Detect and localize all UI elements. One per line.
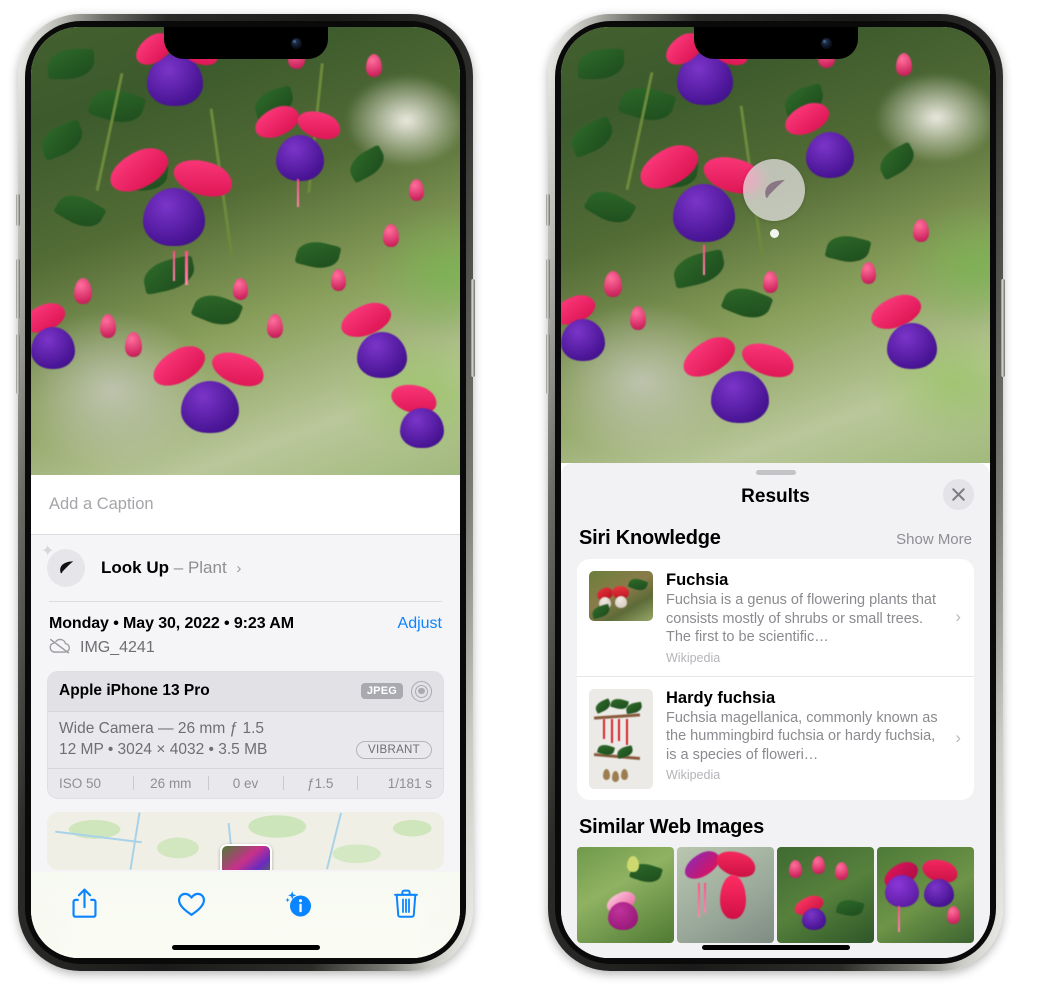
adjust-button[interactable]: Adjust: [398, 615, 442, 633]
similar-web-images-title: Similar Web Images: [579, 815, 764, 838]
screen-right: Results Siri Knowledge Show More Fuchsia…: [561, 27, 990, 958]
chevron-right-icon: ›: [955, 607, 961, 627]
style-badge: VIBRANT: [356, 740, 432, 759]
sparkle-small-icon: ✦: [49, 554, 57, 564]
visual-look-up-badge[interactable]: [743, 159, 805, 221]
aperture-icon: [411, 680, 432, 702]
knowledge-text: Hardy fuchsia Fuchsia magellanica, commo…: [666, 689, 962, 783]
home-indicator[interactable]: [701, 945, 850, 950]
front-camera-icon: [290, 38, 302, 49]
trash-icon: [394, 889, 419, 923]
photo-date: Monday • May 30, 2022 • 9:23 AM: [49, 614, 294, 632]
exif-aperture: ƒ1.5: [307, 775, 334, 791]
volume-down-button[interactable]: [546, 334, 550, 394]
results-header: Results: [561, 475, 990, 519]
knowledge-source: Wikipedia: [666, 768, 721, 783]
knowledge-thumbnail: [589, 571, 653, 621]
show-more-button[interactable]: Show More: [896, 531, 972, 548]
volume-up-button[interactable]: [546, 259, 550, 319]
knowledge-row[interactable]: Hardy fuchsia Fuchsia magellanica, commo…: [577, 675, 974, 800]
knowledge-row[interactable]: Fuchsia Fuchsia is a genus of flowering …: [577, 559, 974, 676]
specs-line: 12 MP • 3024 × 4032 • 3.5 MB: [59, 740, 268, 758]
power-button[interactable]: [471, 279, 475, 377]
home-indicator[interactable]: [171, 945, 320, 950]
file-name: IMG_4241: [80, 639, 155, 656]
file-row: IMG_4241: [31, 635, 460, 671]
caption-input[interactable]: Add a Caption: [31, 475, 460, 535]
metadata-body: Wide Camera — 26 mm ƒ 1.5 12 MP • 3024 ×…: [48, 712, 443, 768]
iphone-left: Add a Caption ✦ ✦ Look Up – Plant › Mond…: [16, 14, 475, 971]
iphone-right: Results Siri Knowledge Show More Fuchsia…: [546, 14, 1005, 971]
lens-line: Wide Camera — 26 mm ƒ 1.5: [59, 719, 265, 737]
web-image-thumbnail[interactable]: [877, 846, 974, 943]
exif-focal: 26 mm: [150, 775, 192, 791]
photo-viewer-right[interactable]: [561, 27, 990, 463]
knowledge-title: Hardy fuchsia: [666, 688, 776, 707]
web-image-thumbnail[interactable]: [677, 846, 774, 943]
share-button[interactable]: [31, 886, 138, 926]
share-icon: [72, 888, 97, 924]
mute-switch[interactable]: [16, 194, 20, 226]
exif-ev: 0 ev: [232, 775, 259, 791]
close-icon: [952, 488, 965, 501]
info-button[interactable]: [246, 886, 353, 926]
results-title: Results: [741, 486, 810, 507]
chevron-right-icon: ›: [955, 728, 961, 748]
close-button[interactable]: [943, 479, 974, 510]
similar-web-images-strip[interactable]: [561, 846, 990, 943]
chevron-right-icon: ›: [236, 560, 242, 577]
exif-iso: ISO 50: [59, 775, 102, 791]
location-map[interactable]: [47, 811, 444, 870]
notch: [163, 27, 328, 59]
knowledge-thumbnail: [589, 688, 653, 789]
siri-knowledge-title: Siri Knowledge: [579, 527, 721, 549]
look-up-label: Look Up – Plant ›: [101, 558, 241, 578]
volume-down-button[interactable]: [16, 334, 20, 394]
knowledge-card-list: Fuchsia Fuchsia is a genus of flowering …: [577, 559, 974, 800]
delete-button[interactable]: [353, 886, 460, 926]
web-image-thumbnail[interactable]: [777, 846, 874, 943]
front-camera-icon: [820, 38, 832, 49]
results-sheet: Results Siri Knowledge Show More Fuchsia…: [561, 463, 990, 958]
metadata-header: Apple iPhone 13 Pro JPEG: [48, 671, 443, 712]
knowledge-text: Fuchsia Fuchsia is a genus of flowering …: [666, 571, 962, 665]
similar-web-images-header: Similar Web Images: [561, 800, 990, 843]
date-row: Monday • May 30, 2022 • 9:23 AM Adjust: [31, 602, 460, 635]
screen-left: Add a Caption ✦ ✦ Look Up – Plant › Mond…: [31, 27, 460, 958]
exif-row: ISO 50 26 mm 0 ev ƒ1.5 1/181 s: [48, 767, 443, 798]
knowledge-source: Wikipedia: [666, 650, 721, 665]
leaf-icon: ✦ ✦: [41, 544, 85, 587]
favorite-button[interactable]: [138, 886, 245, 926]
format-badge: JPEG: [360, 683, 403, 699]
photo-viewer-left[interactable]: [31, 27, 460, 475]
knowledge-description: Fuchsia is a genus of flowering plants t…: [666, 592, 937, 646]
knowledge-title: Fuchsia: [666, 571, 729, 589]
look-up-text: Look Up: [101, 558, 169, 577]
cloud-slash-icon: [49, 638, 71, 659]
info-sparkle-icon: [285, 890, 313, 923]
visual-look-up-dot: [770, 229, 779, 238]
notch: [693, 27, 858, 59]
leaf-icon: [765, 180, 786, 199]
look-up-dash: –: [173, 558, 184, 577]
look-up-subject: Plant: [187, 558, 227, 577]
look-up-row[interactable]: ✦ ✦ Look Up – Plant ›: [31, 535, 460, 601]
web-image-thumbnail[interactable]: [577, 846, 674, 943]
volume-up-button[interactable]: [16, 259, 20, 319]
siri-knowledge-header: Siri Knowledge Show More: [561, 519, 990, 559]
metadata-card[interactable]: Apple iPhone 13 Pro JPEG Wide Camera — 2…: [47, 670, 444, 799]
exif-shutter: 1/181 s: [387, 775, 433, 791]
device-name: Apple iPhone 13 Pro: [59, 682, 210, 699]
heart-icon: [177, 891, 206, 922]
power-button[interactable]: [1001, 279, 1005, 377]
map-photo-pin[interactable]: [219, 843, 272, 870]
mute-switch[interactable]: [546, 194, 550, 226]
knowledge-description: Fuchsia magellanica, commonly known as t…: [666, 709, 938, 763]
